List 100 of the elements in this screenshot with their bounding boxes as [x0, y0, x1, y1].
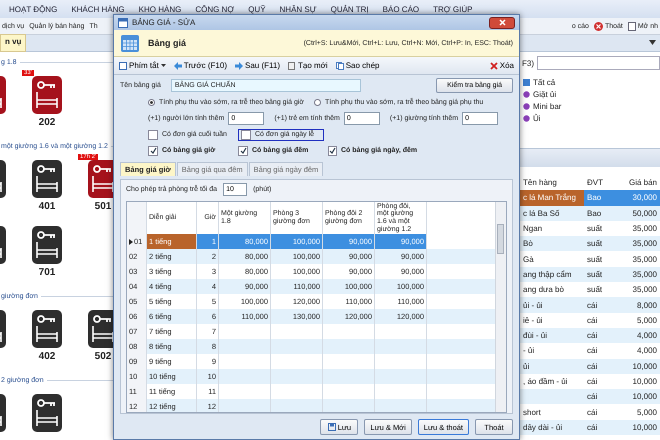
menu-item[interactable]: NHÂN SỰ — [280, 4, 317, 14]
table-row[interactable]: c lá Man Trắng Bao 30,000 — [520, 190, 660, 206]
table-cell: short — [523, 408, 541, 417]
toolbar-button[interactable]: Trước (F10) — [172, 61, 228, 70]
table-cell-text: suất — [586, 254, 604, 264]
menu-item[interactable]: QUẢN TRỊ — [330, 4, 369, 14]
room-icon[interactable] — [32, 394, 62, 432]
window-title: BẢNG GIÁ - SỬA — [132, 18, 196, 27]
table-row[interactable]: Gà suất 35,000 — [520, 251, 660, 267]
toolbar-button[interactable]: Tạo mới — [286, 61, 329, 70]
table-cell-text: 10,000 — [632, 392, 658, 402]
room-number: 402 — [38, 351, 56, 362]
x-icon — [490, 62, 498, 70]
dropdown-icon[interactable] — [649, 40, 656, 46]
window-icon — [118, 18, 128, 28]
checkbox[interactable] — [238, 146, 248, 156]
save-icon — [328, 423, 336, 431]
close-button[interactable] — [489, 16, 515, 28]
table-cell-text: 35,000 — [632, 254, 658, 264]
toolbar-button[interactable]: Phím tắt — [118, 61, 167, 70]
close-icon — [498, 19, 506, 26]
table-cell: ang thập cẩm — [523, 270, 572, 279]
room-number: 401 — [38, 201, 56, 212]
toolbar-button[interactable]: Sau (F11) — [234, 61, 281, 70]
folder-icon — [523, 79, 530, 86]
tree-item[interactable]: Ủi — [533, 114, 541, 123]
radio-button[interactable] — [148, 99, 155, 106]
table-cell: Gà — [523, 254, 534, 264]
checkbox[interactable] — [148, 130, 158, 140]
table-row[interactable]: ang thập cẩm suất 35,000 — [520, 266, 660, 282]
checkbox[interactable] — [148, 146, 158, 156]
table-cell: ang dưa bò — [523, 285, 564, 294]
table-cell: Bao — [584, 190, 620, 206]
room-icon[interactable] — [88, 310, 113, 348]
tree-item[interactable]: Tất cả — [533, 78, 556, 87]
table-cell: c lá Man Trắng — [523, 193, 576, 202]
room-icon[interactable] — [32, 226, 62, 264]
table-row[interactable]: đùi - ủi cái 4,000 — [520, 328, 660, 344]
table-cell-text: 10,000 — [632, 362, 658, 371]
menu-item[interactable]: TRỢ GIÚP — [433, 4, 472, 14]
delete-button[interactable]: Xóa — [488, 61, 515, 70]
radio-button[interactable] — [314, 99, 321, 106]
table-row[interactable]: ủi - ủi cái 8,000 — [520, 297, 660, 313]
table-row[interactable]: iê - ủi cái 5,000 — [520, 312, 660, 328]
menu-item[interactable]: BÁO CÁO — [382, 4, 420, 14]
table-row[interactable]: , áo đầm - ủi cái 10,000 — [520, 374, 660, 390]
table-cell: ủi - ủi — [523, 300, 543, 310]
table-cell: dây dài - ủi — [523, 422, 562, 432]
table-cell: - ủi — [523, 346, 534, 356]
room-number: 501 — [94, 201, 112, 212]
scrollbar[interactable] — [495, 202, 506, 412]
checkbox[interactable] — [328, 146, 337, 156]
calendar-icon — [120, 33, 140, 53]
column-header: ĐVT — [586, 178, 604, 188]
page-tab[interactable]: n vụ — [0, 34, 26, 52]
table-cell-text: Bao — [586, 208, 602, 218]
table-row[interactable]: ủi cái 10,000 — [520, 358, 660, 374]
current-row-icon — [129, 238, 133, 244]
table-row[interactable]: c lá Ba Số Bao 50,000 — [520, 206, 660, 221]
table-cell: Bò — [523, 239, 533, 248]
table-cell-text: cái — [586, 377, 598, 386]
menu-item[interactable]: KHÁCH HÀNG — [71, 4, 125, 14]
table-row[interactable]: dây dài - ủi cái 10,000 — [520, 420, 660, 436]
tree-item[interactable]: Giặt ủi — [533, 90, 556, 99]
menu-item[interactable]: HOẠT ĐỘNG — [9, 4, 58, 14]
table-cell-text: 10,000 — [632, 377, 658, 386]
table-cell: , áo đầm - ủi — [523, 377, 568, 386]
table-cell-text: suất — [586, 270, 604, 279]
table-cell-text: suất — [586, 285, 604, 294]
menu-item[interactable]: QUỸ — [248, 4, 266, 14]
table-row[interactable]: - ủi cái 4,000 — [520, 343, 660, 359]
table-cell-text: 35,000 — [632, 285, 658, 294]
table-cell-text: 8,000 — [636, 300, 658, 310]
table-cell-text: suất — [586, 224, 604, 234]
table-row[interactable]: cái 10,000 — [520, 389, 660, 404]
table-cell: iê - ủi — [523, 316, 543, 325]
table-row[interactable]: Ngan suất 35,000 — [520, 220, 660, 236]
occupied-room-icon[interactable] — [32, 76, 62, 114]
table-cell-text: cái — [586, 331, 598, 340]
column-header: Tên hàng — [522, 178, 558, 188]
table-cell: ủi — [523, 362, 530, 371]
table-cell-text: suất — [586, 239, 604, 248]
table-row[interactable]: ang dưa bò suất 35,000 — [520, 282, 660, 298]
tree-item[interactable]: Mini bar — [533, 102, 562, 111]
checkbox[interactable] — [241, 130, 251, 140]
toolbar-button[interactable]: Sao chép — [334, 61, 380, 70]
corner-cell — [127, 202, 147, 234]
table-cell-text: cái — [586, 422, 598, 432]
prev-icon — [174, 62, 182, 70]
table-cell-text: cái — [586, 408, 598, 417]
copy-icon — [336, 62, 344, 70]
table-row[interactable]: Bò suất 35,000 — [520, 236, 660, 252]
room-icon[interactable] — [32, 310, 62, 348]
table-cell: c lá Ba Số — [523, 208, 560, 218]
search-field[interactable] — [537, 56, 660, 70]
occupied-room-icon[interactable] — [88, 160, 113, 198]
menu-item[interactable]: CÔNG NỢ — [195, 4, 234, 14]
room-icon[interactable] — [32, 160, 62, 198]
table-row[interactable]: short cái 5,000 — [520, 404, 660, 420]
menu-item[interactable]: KHO HÀNG — [138, 4, 182, 14]
